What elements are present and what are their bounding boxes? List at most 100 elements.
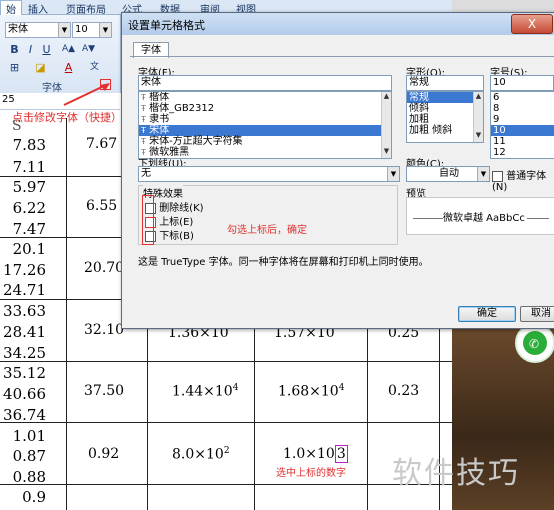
cell[interactable]: 1.01 xyxy=(13,427,46,445)
cell[interactable]: 24.71 xyxy=(3,281,46,299)
list-item[interactable]: Ŧ 楷体 xyxy=(139,92,391,103)
list-item[interactable]: 9 xyxy=(491,114,554,125)
tab-page-layout[interactable]: 页面布局 xyxy=(66,1,106,16)
font-color-icon[interactable]: A xyxy=(62,61,75,74)
normal-font-checkbox[interactable] xyxy=(492,170,503,182)
border-icon[interactable]: ⊞ xyxy=(8,61,21,74)
cell[interactable]: 0.87 xyxy=(13,447,46,465)
annotation-check: 勾选上标后，确定 xyxy=(227,225,307,236)
grid-line xyxy=(0,237,121,238)
name-box-row: 25 xyxy=(0,83,120,110)
wechat-icon: ✆ xyxy=(515,323,554,363)
annotation-select-digit: 选中上标的数字 xyxy=(276,468,346,479)
size-input[interactable]: 10 xyxy=(490,75,554,91)
cell[interactable]: 0.92 xyxy=(88,446,119,462)
tab-home[interactable]: 始 xyxy=(0,0,22,16)
sheet-column-s: S 7.83 7.11 5.97 6.22 7.47 20.1 17.26 24… xyxy=(0,118,66,510)
underline-icon[interactable]: U xyxy=(40,43,53,56)
italic-icon[interactable]: I xyxy=(24,43,37,56)
cell[interactable]: 35.12 xyxy=(3,364,46,382)
cell[interactable]: 1.44×104 xyxy=(172,383,238,400)
list-item-selected[interactable]: 10 xyxy=(491,125,554,136)
list-item-selected[interactable]: Ŧ 宋体 xyxy=(139,125,391,136)
cell[interactable]: 1.68×104 xyxy=(278,383,344,400)
grow-font-icon[interactable]: A▲ xyxy=(62,43,75,56)
list-item[interactable]: 加粗 xyxy=(407,114,483,125)
size-listbox[interactable]: 6 8 9 10 11 12 xyxy=(490,91,554,159)
dialog-title: 设置单元格格式 xyxy=(128,19,205,32)
shrink-font-icon[interactable]: A▼ xyxy=(82,43,95,56)
list-item[interactable]: 12 xyxy=(491,147,554,158)
cell[interactable]: 6.55 xyxy=(86,198,117,214)
list-item[interactable]: 倾斜 xyxy=(407,103,483,114)
bold-icon[interactable]: B xyxy=(8,43,21,56)
grid-line xyxy=(0,361,452,362)
font-listbox[interactable]: Ŧ 楷体 Ŧ 楷体_GB2312 Ŧ 隶书 Ŧ 宋体 Ŧ 宋体-方正超大字符集 … xyxy=(138,91,392,159)
preview-baseline xyxy=(413,218,443,219)
font-input[interactable]: 宋体 xyxy=(138,75,392,91)
fill-color-icon[interactable]: ◪ xyxy=(34,61,47,74)
font-size-combo[interactable]: 10 ▼ xyxy=(72,22,112,38)
style-input[interactable]: 常规 xyxy=(406,75,484,91)
cancel-button[interactable]: 取消 xyxy=(520,306,554,322)
list-item[interactable]: Ŧ 宋体-方正超大字符集 xyxy=(139,136,391,147)
grid-line xyxy=(254,327,255,510)
cell[interactable]: 7.67 xyxy=(86,136,117,152)
name-box[interactable]: 25 xyxy=(2,94,15,105)
truetype-note: 这是 TrueType 字体。同一种字体将在屏幕和打印机上同时使用。 xyxy=(138,257,429,268)
list-item[interactable]: 8 xyxy=(491,103,554,114)
cell[interactable]: 37.50 xyxy=(84,383,124,399)
scrollbar[interactable]: ▲ ▼ xyxy=(473,92,483,142)
preview-box: 微软卓越 AaBbCc xyxy=(406,197,554,235)
dialog-titlebar: 设置单元格格式 X xyxy=(122,13,554,35)
cell[interactable]: 8.0×102 xyxy=(172,446,230,463)
cell[interactable]: 34.25 xyxy=(3,344,46,362)
cell[interactable]: 0.23 xyxy=(388,383,419,399)
font-name-combo[interactable]: 宋体 ▼ xyxy=(5,22,71,38)
phonetic-icon[interactable]: 文 xyxy=(88,61,101,74)
cell[interactable]: 20.70 xyxy=(84,260,124,276)
cell[interactable]: 17.26 xyxy=(3,261,46,279)
style-listbox[interactable]: 常规 倾斜 加粗 加粗 倾斜 ▲ ▼ xyxy=(406,91,484,143)
cell[interactable]: 33.63 xyxy=(3,302,46,320)
cell[interactable]: 28.41 xyxy=(3,323,46,341)
font-group-label: 字体 xyxy=(42,83,62,94)
cell[interactable]: 32.10 xyxy=(84,322,124,338)
close-button[interactable]: X xyxy=(511,14,553,34)
grid-line xyxy=(0,299,121,300)
scrollbar[interactable]: ▲ ▼ xyxy=(381,92,391,158)
list-item[interactable]: 加粗 倾斜 xyxy=(407,125,483,136)
list-item-selected[interactable]: 常规 xyxy=(407,92,483,103)
watermark: 软件技巧 xyxy=(392,456,520,491)
selected-digit[interactable]: 3 xyxy=(334,445,348,463)
color-select[interactable]: 自动 ▼ xyxy=(406,166,490,182)
cell[interactable]: 40.66 xyxy=(3,385,46,403)
grid-line xyxy=(0,422,452,423)
underline-select[interactable]: 无 ▼ xyxy=(138,166,400,182)
tab-insert[interactable]: 插入 xyxy=(28,1,48,16)
cell[interactable]: 7.47 xyxy=(13,220,46,238)
cell[interactable]: 7.11 xyxy=(13,158,46,176)
list-item[interactable]: Ŧ 隶书 xyxy=(139,114,391,125)
cell-editing[interactable]: 1.0×10 3 xyxy=(283,445,348,463)
cell[interactable]: 0.9 xyxy=(22,488,46,506)
preview-baseline xyxy=(527,218,549,219)
column-header: S xyxy=(12,118,22,134)
grid-line xyxy=(0,176,121,177)
effects-group: 特殊效果 删除线(K) 上标(E) 下标(B) 勾选上标后，确定 xyxy=(138,185,398,245)
cell[interactable]: 5.97 xyxy=(13,178,46,196)
grid-line xyxy=(367,327,368,510)
cell[interactable]: 6.22 xyxy=(13,199,46,217)
grid-line xyxy=(0,484,452,485)
list-item[interactable]: 6 xyxy=(491,92,554,103)
cell[interactable]: 20.1 xyxy=(13,240,46,258)
list-item[interactable]: 11 xyxy=(491,136,554,147)
ok-button[interactable]: 确定 xyxy=(458,306,516,322)
cell[interactable]: 7.83 xyxy=(13,136,46,154)
preview-text: 微软卓越 AaBbCc xyxy=(443,213,525,224)
font-panel: 字体(F): 宋体 Ŧ 楷体 Ŧ 楷体_GB2312 Ŧ 隶书 Ŧ 宋体 Ŧ 宋… xyxy=(130,56,554,317)
svg-text:✆: ✆ xyxy=(529,337,539,351)
annotation-box xyxy=(142,195,154,245)
normal-font-option[interactable]: 普通字体(N) xyxy=(492,167,554,193)
list-item[interactable]: Ŧ 楷体_GB2312 xyxy=(139,103,391,114)
